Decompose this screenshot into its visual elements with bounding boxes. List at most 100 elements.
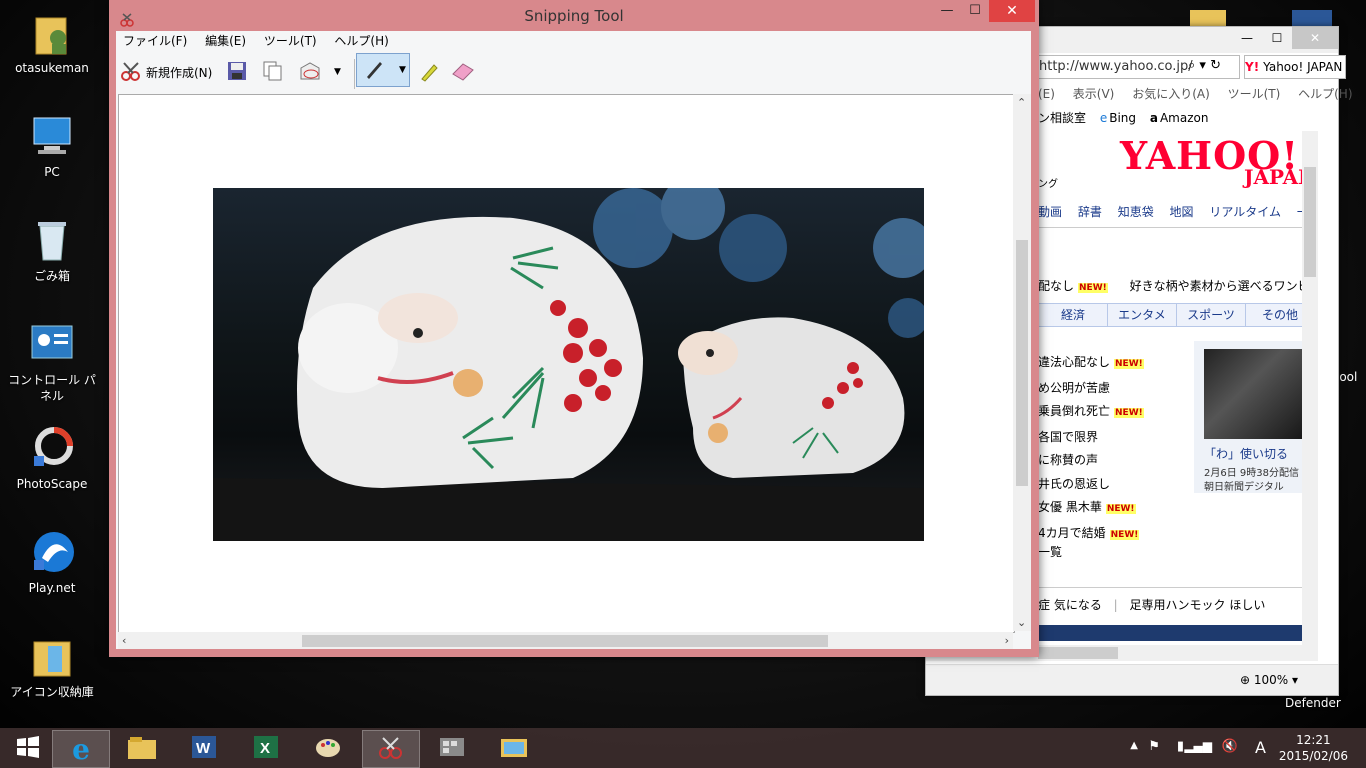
network-signal-icon[interactable]: ▂▄▆ [1184,739,1212,753]
taskbar-paint[interactable] [300,730,356,766]
canvas-horizontal-scrollbar[interactable]: ‹ › [118,632,1013,649]
browser-tab[interactable]: Y! Yahoo! JAPAN [1244,55,1346,79]
news-item[interactable]: 井氏の恩返し [1038,473,1144,497]
taskbar-ie[interactable]: e [52,730,110,768]
chevron-down-icon[interactable]: ▼ [399,65,406,75]
news-title[interactable]: め公明が苦慮 [1038,381,1110,395]
menu-view[interactable]: 表示(V) [1073,87,1115,101]
volume-muted-icon[interactable]: 🔇 [1222,739,1238,754]
new-snip-button[interactable]: 新規作成(N) [120,57,212,87]
desktop-icon-label: PhotoScape [16,477,88,491]
news-photo-card[interactable]: 「わ」使い切る 2月6日 9時38分配信 朝日新聞デジタル [1194,341,1314,493]
promo-item[interactable]: 好きな柄や素材から選べるワンピー [1130,279,1314,293]
news-title[interactable]: 各国で限界 [1038,430,1098,444]
desktop-icon-pc[interactable]: PC [4,112,100,180]
tray-chevron-up-icon[interactable]: ▲ [1130,740,1138,751]
news-title[interactable]: に称賛の声 [1038,453,1098,467]
news-item[interactable]: め公明が苦慮 [1038,377,1144,401]
menu-edit[interactable]: 編集(E) [205,34,246,48]
photo-app-icon [499,734,529,763]
desktop-icon-icon-storage[interactable]: アイコン収納庫 [4,632,100,700]
scroll-thumb[interactable] [1038,647,1118,659]
vertical-scrollbar[interactable] [1302,131,1318,647]
scroll-right-icon[interactable]: › [1005,634,1009,647]
flag-icon[interactable]: ⚑ [1148,739,1160,754]
taskbar-explorer[interactable] [114,730,170,766]
desktop-label-defender: Defender [1285,696,1341,710]
search-icon[interactable]: ⌕ ▾ ↻ [1188,58,1221,73]
menu-favorites[interactable]: お気に入り(A) [1132,87,1210,101]
battery-icon[interactable]: ▮ [1177,739,1184,754]
menu-tools[interactable]: ツール(T) [1228,87,1281,101]
news-item[interactable]: に称賛の声 [1038,449,1144,473]
nav-item[interactable]: 辞書 [1078,205,1102,219]
maximize-button[interactable]: ☐ [961,0,989,22]
desktop-icon-playnet[interactable]: Play.net [4,528,100,596]
favorite-item[interactable]: ン相談室 [1038,111,1086,125]
photo-caption[interactable]: 「わ」使い切る [1204,445,1288,462]
scroll-up-icon[interactable]: ⌃ [1017,96,1026,109]
menu-file[interactable]: ファイル(F) [123,34,187,48]
minimize-button[interactable]: — [1232,27,1262,49]
nav-item[interactable]: 動画 [1038,205,1062,219]
tab-sports[interactable]: スポーツ [1177,304,1246,326]
window-titlebar[interactable]: Snipping Tool [109,0,1039,30]
close-button[interactable]: ✕ [989,0,1035,22]
desktop-icon-otasukeman[interactable]: otasukeman [4,8,100,76]
news-title[interactable]: 違法心配なし [1038,355,1110,369]
maximize-button[interactable]: ☐ [1262,27,1292,49]
canvas-vertical-scrollbar[interactable]: ⌃ ⌄ [1013,94,1031,631]
chevron-down-icon[interactable]: ▼ [334,67,341,77]
eraser-button[interactable] [450,57,476,87]
news-title[interactable]: 4カ月で結婚 [1038,526,1106,540]
news-title[interactable]: 井氏の恩返し [1038,477,1110,491]
taskbar-photo-app[interactable] [486,730,542,766]
news-item[interactable]: 各国で限界 [1038,426,1144,450]
desktop-icon-photoscape[interactable]: PhotoScape [4,424,100,492]
close-button[interactable]: ✕ [1292,27,1338,49]
promo-item[interactable]: 配なし [1038,279,1074,293]
favorite-item[interactable]: Bing [1109,111,1136,125]
menu-help[interactable]: ヘルプ(H) [334,34,388,48]
taskbar-word[interactable]: W [176,730,232,766]
clock[interactable]: 12:21 2015/02/06 [1279,732,1348,764]
menu-edit[interactable]: (E) [1038,87,1055,101]
suggest-item[interactable]: 症 気になる [1038,598,1102,612]
menu-help[interactable]: ヘルプ(H) [1298,87,1352,101]
snipping-tool-window[interactable]: Snipping Tool — ☐ ✕ ファイル(F) 編集(E) ツール(T)… [109,0,1039,657]
nav-item[interactable]: 地図 [1170,205,1194,219]
save-button[interactable] [226,57,248,87]
taskbar-app[interactable] [424,730,480,766]
nav-item[interactable]: 知恵袋 [1118,205,1154,219]
scroll-thumb[interactable] [302,635,828,647]
minimize-button[interactable]: — [933,0,961,22]
highlighter-button[interactable] [418,57,440,87]
menu-tools[interactable]: ツール(T) [264,34,317,48]
browser-menubar: (E) 表示(V) お気に入り(A) ツール(T) ヘルプ(H) [1038,85,1366,102]
taskbar-excel[interactable]: X [238,730,294,766]
desktop-icon-control-panel[interactable]: コントロール パネル [4,320,100,404]
desktop-icon-recycle-bin[interactable]: ごみ箱 [4,216,100,284]
scroll-thumb[interactable] [1016,240,1028,486]
news-item[interactable]: 違法心配なし NEW! [1038,351,1144,377]
send-snip-button[interactable]: ▼ [298,57,341,87]
scroll-left-icon[interactable]: ‹ [122,634,126,647]
tab-economy[interactable]: 経済 [1039,304,1108,326]
start-button[interactable] [0,730,56,766]
pen-button[interactable]: ▼ [356,53,410,87]
news-item[interactable]: 乗員倒れ死亡 NEW! [1038,400,1144,426]
nav-item[interactable]: リアルタイム [1209,205,1281,219]
news-title[interactable]: 乗員倒れ死亡 [1038,404,1110,418]
news-more-link[interactable]: 一覧 [1038,543,1062,560]
news-title[interactable]: 女優 黒木華 [1038,500,1102,514]
suggest-item[interactable]: 足専用ハンモック ほしい [1130,598,1266,612]
tab-entertainment[interactable]: エンタメ [1108,304,1177,326]
ime-indicator[interactable]: A [1255,738,1266,757]
scroll-thumb[interactable] [1304,167,1316,277]
news-item[interactable]: 女優 黒木華 NEW! [1038,496,1144,522]
copy-button[interactable] [261,57,283,87]
zoom-control[interactable]: ⊕ 100% ▾ [1240,673,1298,687]
taskbar-snipping-tool[interactable] [362,730,420,768]
scroll-down-icon[interactable]: ⌄ [1017,616,1026,629]
favorite-item[interactable]: Amazon [1160,111,1209,125]
